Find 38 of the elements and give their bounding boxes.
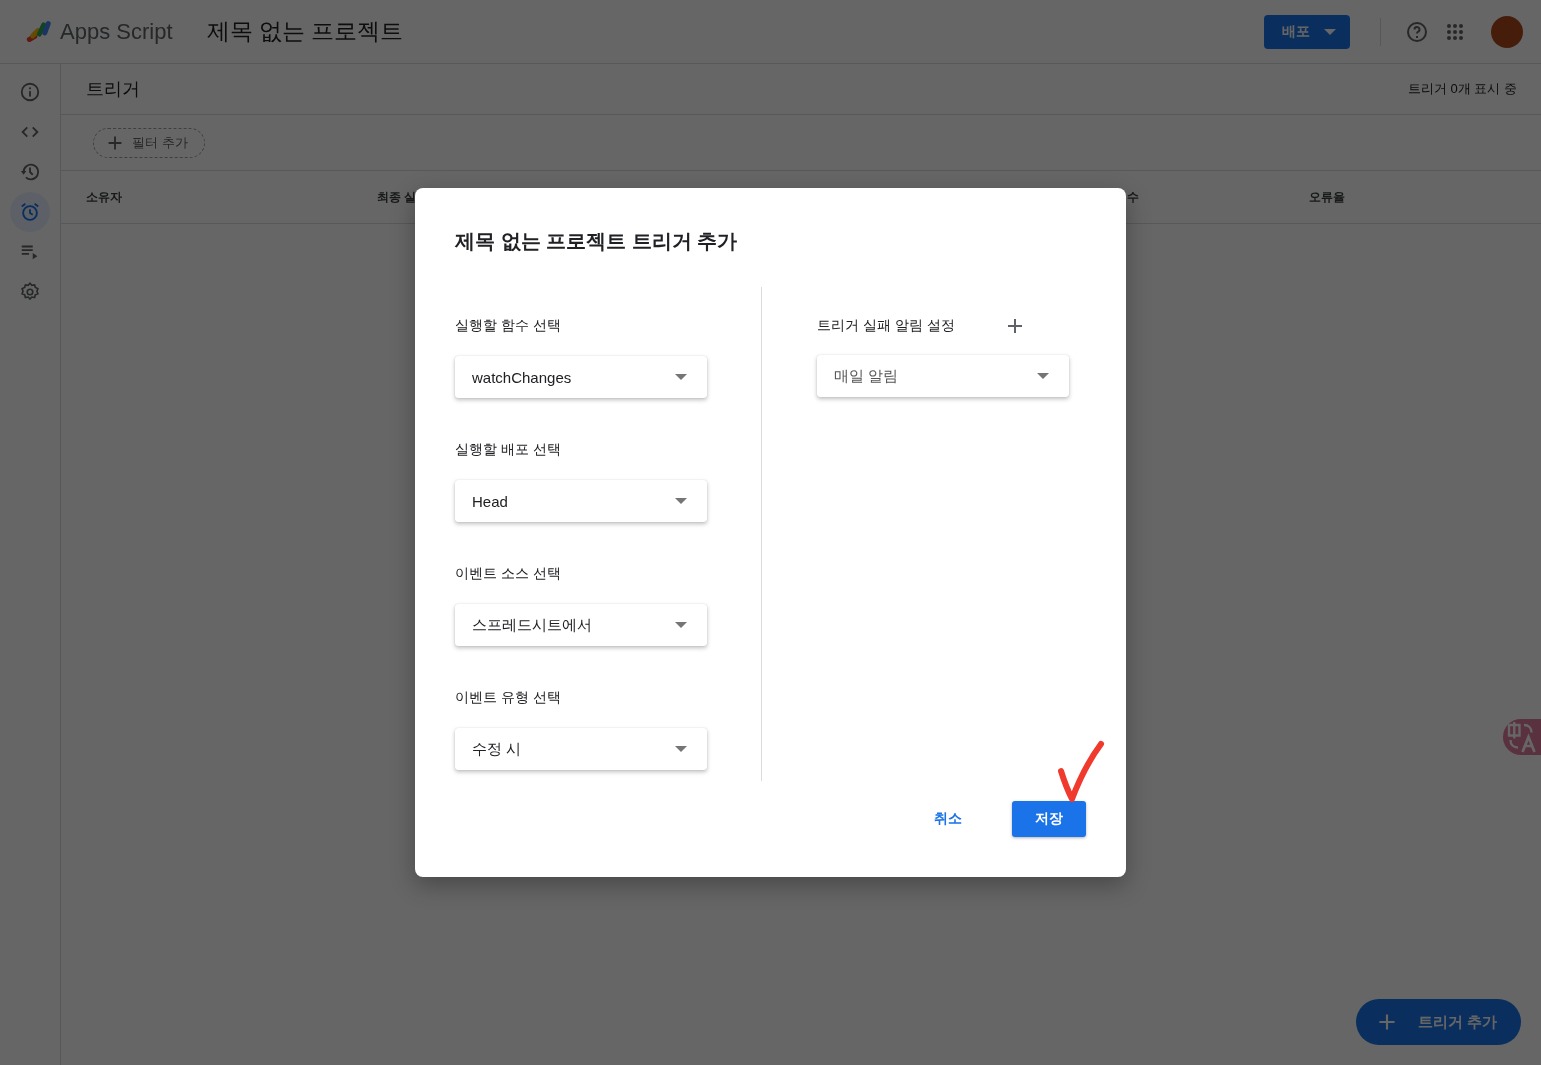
- field-label: 실행할 함수 선택: [455, 317, 562, 335]
- field-label: 이벤트 유형 선택: [455, 689, 562, 707]
- save-button[interactable]: 저장: [1012, 801, 1086, 837]
- caret-icon: [675, 622, 687, 628]
- caret-icon: [675, 374, 687, 380]
- sidebar-item[interactable]: [10, 192, 50, 232]
- deploy-button[interactable]: 배포: [1264, 14, 1350, 49]
- field-label: 트리거 실패 알림 설정: [817, 316, 955, 335]
- cancel-button[interactable]: 취소: [932, 802, 964, 836]
- dialog-title: 제목 없는 프로젝트 트리거 추가: [455, 229, 739, 254]
- help-icon[interactable]: [1405, 19, 1429, 44]
- avatar[interactable]: [1491, 15, 1523, 48]
- dropdown[interactable]: watchChanges: [455, 356, 707, 398]
- page-title: 트리거: [86, 78, 140, 101]
- add-trigger-button[interactable]: 트리거 추가: [1355, 999, 1521, 1045]
- caret-icon: [1324, 28, 1336, 35]
- info-icon: [19, 81, 41, 103]
- translate-icon[interactable]: [1503, 719, 1541, 755]
- column-header: 소유자: [86, 188, 123, 206]
- app-name: Apps Script: [60, 18, 173, 45]
- dropdown[interactable]: 스프레드시트에서: [455, 604, 707, 646]
- project-title[interactable]: 제목 없는 프로젝트: [206, 16, 404, 47]
- trigger-count: 트리거 0개 표시 중: [1407, 80, 1517, 98]
- column-header: 오류율: [1309, 188, 1346, 206]
- alarm-clock-icon: [19, 201, 41, 223]
- history-icon: [19, 161, 41, 183]
- dropdown[interactable]: 매일 알림: [817, 355, 1069, 397]
- caret-icon: [675, 746, 687, 752]
- field-label: 이벤트 소스 선택: [455, 565, 562, 583]
- check-mark-annotation: [1056, 739, 1106, 805]
- dropdown[interactable]: Head: [455, 480, 707, 522]
- caret-icon: [1037, 373, 1049, 379]
- column-header: 최종 실: [377, 188, 418, 206]
- field-label: 실행할 배포 선택: [455, 441, 562, 459]
- settings-icon: [19, 281, 41, 303]
- column-header: 수: [1127, 188, 1140, 206]
- caret-icon: [675, 498, 687, 504]
- dropdown[interactable]: 수정 시: [455, 728, 707, 770]
